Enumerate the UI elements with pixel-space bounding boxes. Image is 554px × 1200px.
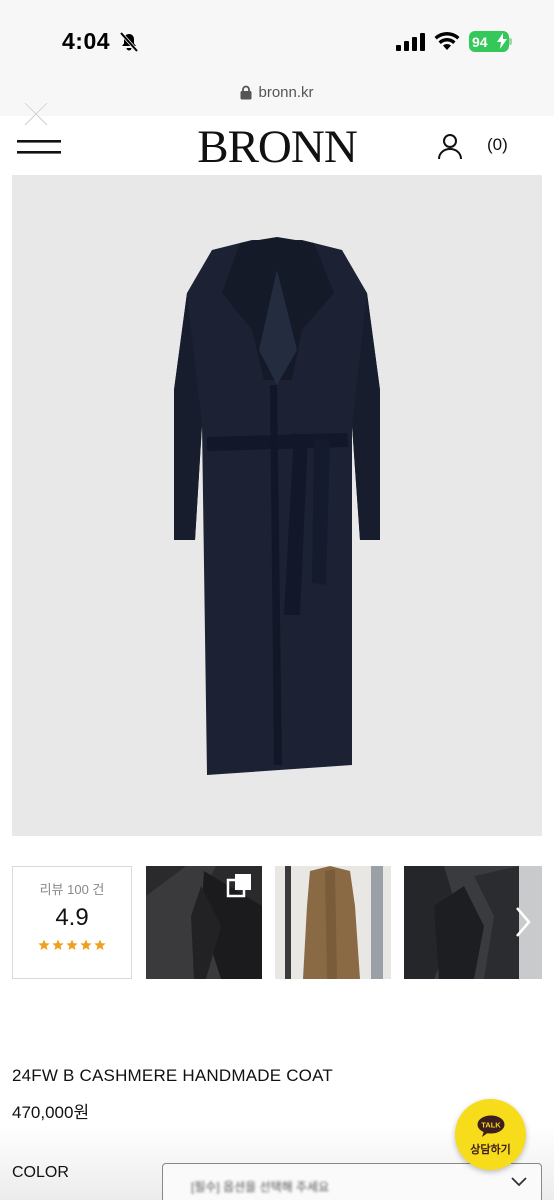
site-logo[interactable]: BRONN <box>0 120 554 174</box>
battery-tip <box>509 38 512 45</box>
review-score: 4.9 <box>55 904 89 931</box>
star-icon <box>52 939 64 950</box>
cart-count[interactable]: (0) <box>487 135 508 155</box>
review-stars <box>13 939 131 951</box>
kakao-chat-button[interactable]: TALK 상담하기 <box>455 1099 526 1170</box>
star-icon <box>80 939 92 950</box>
color-option-label: COLOR <box>12 1164 69 1181</box>
status-bar: 4:04 94 <box>0 0 554 80</box>
charging-bolt-icon <box>497 33 507 49</box>
signal-icon <box>396 33 425 51</box>
chevron-right-icon[interactable] <box>514 906 532 938</box>
product-price: 470,000원 <box>12 1103 90 1122</box>
wifi-icon <box>434 31 460 50</box>
battery-indicator: 94 <box>469 31 509 52</box>
thumbnail-image <box>275 866 391 979</box>
main-product-image[interactable] <box>12 175 542 836</box>
chat-label: 상담하기 <box>470 1144 511 1156</box>
star-icon <box>94 939 106 950</box>
star-icon <box>66 939 78 950</box>
color-select-value: [필수] 옵션을 선택해 주세요 <box>191 1180 330 1194</box>
bell-muted-icon <box>119 31 139 53</box>
review-count: 리뷰 100 건 <box>39 882 105 897</box>
status-time: 4:04 <box>62 28 111 54</box>
review-summary[interactable]: 리뷰 100 건 4.9 <box>12 866 132 979</box>
copy-icon <box>226 874 251 898</box>
coat-illustration <box>12 175 542 836</box>
star-icon <box>38 939 50 950</box>
browser-url-bar[interactable]: bronn.kr <box>0 80 554 116</box>
lock-icon <box>240 85 252 100</box>
thumbnail-2[interactable] <box>275 866 391 979</box>
site-header: BRONN (0) <box>0 102 554 174</box>
user-icon[interactable] <box>437 133 463 160</box>
chevron-down-icon[interactable] <box>511 1177 527 1187</box>
talk-bubble-icon: TALK <box>477 1115 505 1137</box>
battery-level: 94 <box>472 33 488 50</box>
url-text: bronn.kr <box>258 84 314 101</box>
talk-badge-text: TALK <box>481 1121 501 1130</box>
product-name: 24FW B CASHMERE HANDMADE COAT <box>12 1066 333 1085</box>
